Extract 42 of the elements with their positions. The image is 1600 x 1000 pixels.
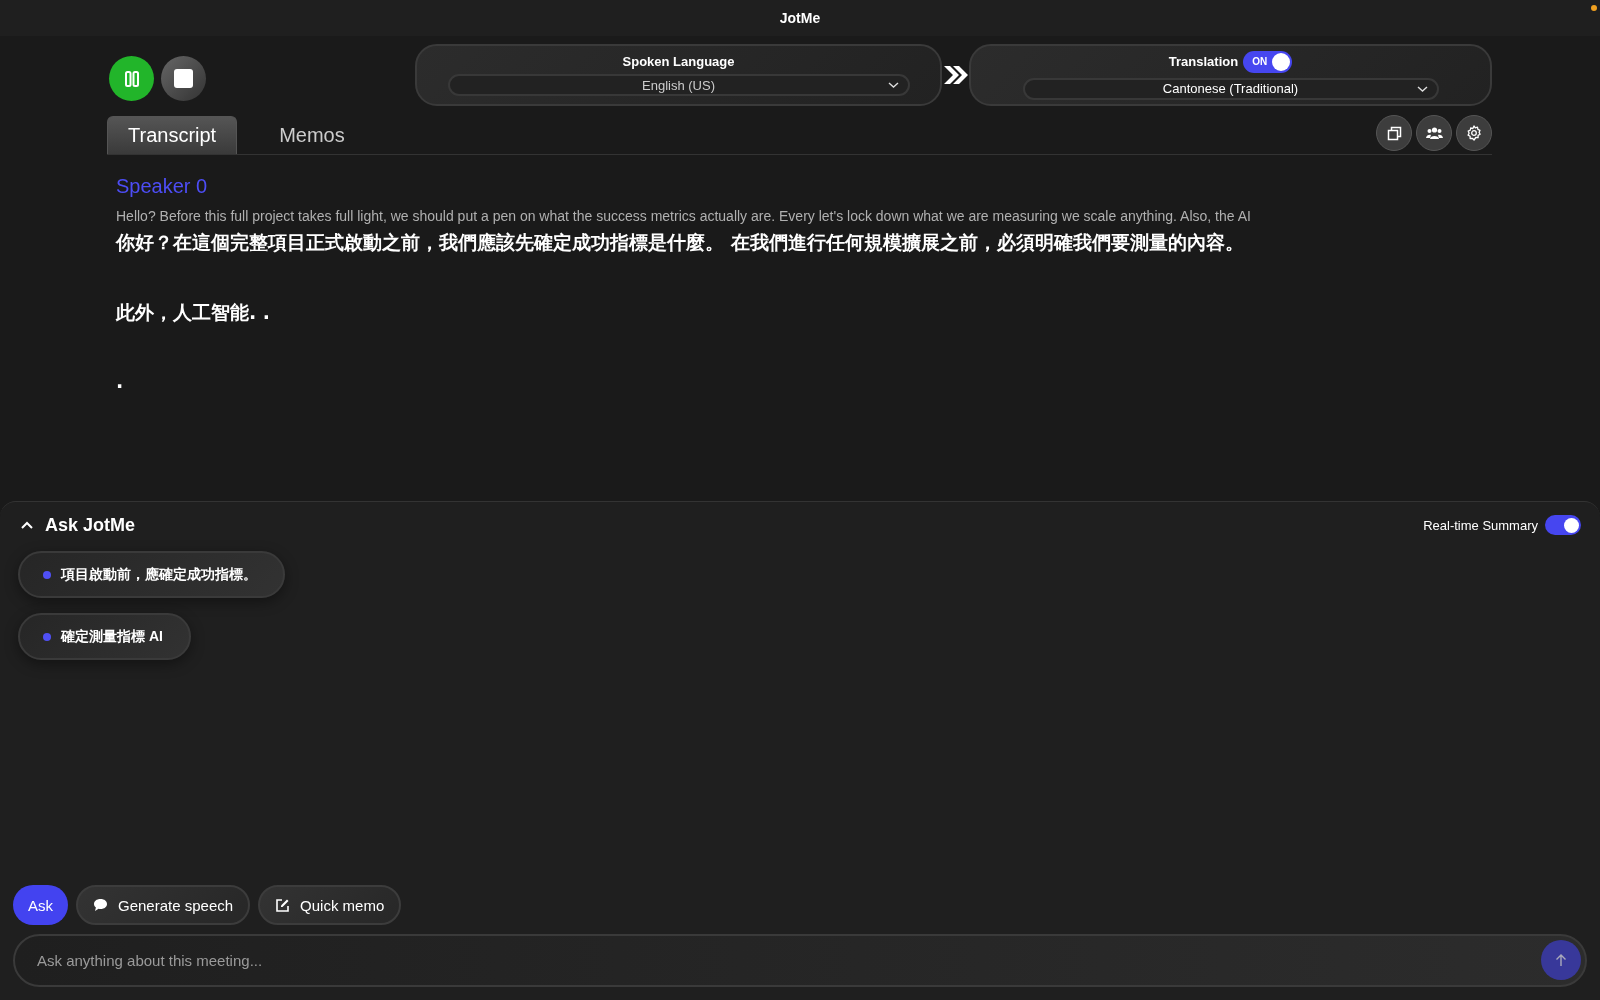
- copy-button[interactable]: [1376, 115, 1412, 151]
- action-button[interactable]: Generate speech: [76, 885, 251, 925]
- action-button[interactable]: Ask: [13, 885, 68, 925]
- settings-button[interactable]: [1456, 115, 1492, 151]
- toggle-switch[interactable]: ON: [1243, 50, 1293, 73]
- edit-icon: [275, 897, 291, 913]
- language-dropdown[interactable]: English (US): [447, 74, 910, 96]
- pause-icon: [122, 69, 141, 88]
- panel-label: Spoken Language: [622, 54, 735, 69]
- double-chevron-icon: [942, 64, 969, 86]
- bullet-dot: [43, 632, 51, 641]
- translated-paragraph: 此外，人工智能. .: [116, 300, 271, 325]
- tab[interactable]: Transcript: [107, 116, 238, 154]
- language-dropdown[interactable]: Cantonese (Traditional): [1022, 77, 1439, 100]
- stop-icon: [174, 69, 193, 88]
- speech-bubble-icon: [93, 898, 108, 912]
- settings-icon: [1466, 125, 1482, 141]
- status-dot: [1591, 5, 1597, 11]
- summary-chip[interactable]: 確定測量指標 AI: [18, 613, 191, 660]
- chevron-icon: [887, 81, 899, 89]
- toggle-label: Real-time Summary: [1423, 517, 1538, 533]
- window-title: JotMe: [779, 10, 821, 26]
- original-transcript: Hello? Before this full project takes full light, we should put a pen on what the success metrics actually are. Every let's lock down what we are measuring we scale anything. Also, the AI: [116, 208, 1251, 224]
- people-icon: [1425, 126, 1443, 140]
- speakers-button[interactable]: [1416, 115, 1452, 151]
- arrow-up-icon: [1555, 953, 1567, 967]
- ask-input-field[interactable]: Ask anything about this meeting...: [13, 934, 1587, 987]
- tab[interactable]: Memos: [259, 116, 365, 154]
- collapse-icon[interactable]: [21, 521, 33, 529]
- stop-button[interactable]: [161, 56, 206, 101]
- copy-icon: [1386, 125, 1402, 141]
- toggle-switch[interactable]: [1545, 515, 1581, 535]
- bullet-dot: [43, 570, 51, 579]
- translated-paragraph: 你好？在這個完整項目正式啟動之前，我們應該先確定成功指標是什麼。 在我們進行任何規模擴展之前，必須明確我們要測量的內容。: [116, 230, 1244, 255]
- action-button[interactable]: Quick memo: [258, 885, 402, 925]
- panel-title: Ask JotMe: [45, 514, 136, 536]
- panel-label: Translation: [1168, 54, 1239, 69]
- summary-chip[interactable]: 項目啟動前，應確定成功指標。: [18, 551, 285, 598]
- speaker-name: Speaker 0: [116, 175, 208, 198]
- translated-paragraph: .: [116, 370, 124, 392]
- chevron-icon: [1416, 84, 1428, 93]
- pause-button[interactable]: [109, 56, 154, 101]
